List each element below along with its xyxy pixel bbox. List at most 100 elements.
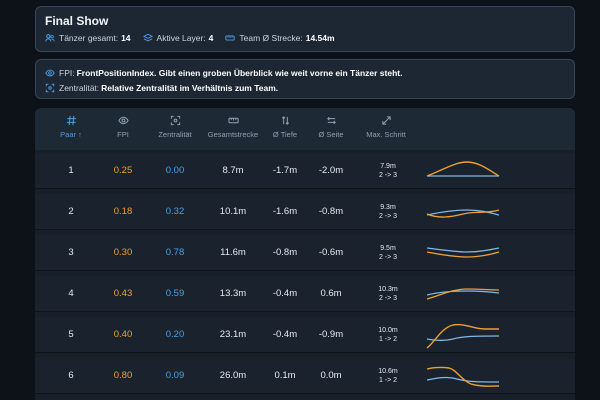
table-row[interactable]: 4 0.43 0.59 13.3m -0.4m 0.6m 10.3m 2 -> … <box>35 276 575 312</box>
cell-seite: 0.0m <box>320 370 342 381</box>
cell-tiefe: -0.4m <box>272 288 298 299</box>
column-label: Gesamtstrecke <box>207 130 259 139</box>
table-row[interactable]: 3 0.30 0.78 11.6m -0.8m -0.6m 9.5m 2 -> … <box>35 235 575 271</box>
cell-seite: 0.6m <box>320 288 342 299</box>
cell-fpi: 0.80 <box>113 370 133 381</box>
column-label: Zentralität <box>158 130 192 139</box>
cell-seite: -0.9m <box>318 329 344 340</box>
column-header-tiefe[interactable]: Ø Tiefe <box>263 115 307 139</box>
stat-layers-value: 4 <box>208 33 214 43</box>
column-header-paar[interactable]: Paar ↑ <box>49 115 93 139</box>
cell-fpi: 0.30 <box>113 247 133 258</box>
vertical-arrows-icon <box>281 116 289 125</box>
movement-sparkline <box>426 366 500 387</box>
cell-paar: 1 <box>68 165 74 176</box>
movement-sparkline <box>426 323 500 349</box>
column-label: Ø Seite <box>318 130 344 139</box>
column-header-zentralitaet[interactable]: Zentralität <box>147 115 203 139</box>
fpi-info: FPI: FrontPositionIndex. Gibt einen grob… <box>45 65 565 80</box>
summary-card: Final Show Tänzer gesamt: 14 Aktive Laye… <box>35 6 575 52</box>
cell-max-schritt: 7.9m 2 -> 3 <box>368 162 408 180</box>
cell-paar: 4 <box>68 288 74 299</box>
cell-zentralitaet: 0.00 <box>165 165 185 176</box>
cell-gesamtstrecke: 26.0m <box>219 370 247 381</box>
cell-gesamtstrecke: 11.6m <box>220 247 246 258</box>
column-label: FPI <box>117 130 129 139</box>
step-range: 2 -> 3 <box>378 172 398 179</box>
cell-zentralitaet: 0.32 <box>165 206 185 217</box>
step-range: 2 -> 3 <box>378 295 398 302</box>
stat-distance-value: 14.54m <box>305 33 335 43</box>
step-distance: 10.0m <box>378 327 398 334</box>
cell-zentralitaet: 0.20 <box>165 329 185 340</box>
stat-layers: Aktive Layer: 4 <box>142 33 214 43</box>
cell-paar: 6 <box>68 370 74 381</box>
column-header-max-schritt[interactable]: Max. Schritt <box>361 115 411 139</box>
stat-dancers-value: 14 <box>121 33 131 43</box>
step-distance: 10.3m <box>378 286 398 293</box>
cell-max-schritt: 10.3m 2 -> 3 <box>368 285 408 303</box>
hash-icon <box>66 115 76 126</box>
legend-card: FPI: FrontPositionIndex. Gibt einen grob… <box>35 59 575 99</box>
cell-gesamtstrecke: 23.1m <box>219 329 247 340</box>
step-range: 2 -> 3 <box>378 254 398 261</box>
table-row[interactable]: 2 0.18 0.32 10.1m -1.6m -0.8m 9.3m 2 -> … <box>35 194 575 230</box>
cell-gesamtstrecke: 13.3m <box>219 288 247 299</box>
layers-icon <box>142 33 153 42</box>
zentral-info-label: Zentralität: <box>59 82 100 93</box>
cell-max-schritt: 10.6m 1 -> 2 <box>368 367 408 385</box>
table-row[interactable]: 5 0.40 0.20 23.1m -0.4m -0.9m 10.0m 1 ->… <box>35 317 575 353</box>
page-title: Final Show <box>45 14 109 28</box>
stat-dancers-label: Tänzer gesamt: <box>59 33 119 43</box>
step-distance: 9.5m <box>380 245 396 252</box>
stat-distance: Team Ø Strecke: 14.54m <box>225 33 335 43</box>
cell-tiefe: -1.7m <box>272 165 298 176</box>
cell-fpi: 0.40 <box>113 329 133 340</box>
stat-distance-label: Team Ø Strecke: <box>239 33 303 43</box>
cell-tiefe: -1.6m <box>272 206 298 217</box>
cell-fpi: 0.25 <box>113 165 133 176</box>
eye-icon <box>45 69 55 76</box>
column-header-seite[interactable]: Ø Seite <box>309 115 353 139</box>
movement-sparkline <box>426 247 500 258</box>
cell-zentralitaet: 0.59 <box>165 288 185 299</box>
stats-bar: Tänzer gesamt: 14 Aktive Layer: 4 Team Ø… <box>45 33 565 43</box>
fpi-info-text: FrontPositionIndex. Gibt einen groben Üb… <box>76 67 403 78</box>
cell-seite: -2.0m <box>318 165 344 176</box>
cell-max-schritt: 9.3m 2 -> 3 <box>368 203 408 221</box>
table-header: Paar ↑ FPI Zentralität Gesamtstrecke Ø T… <box>35 108 575 150</box>
column-header-fpi[interactable]: FPI <box>103 115 143 139</box>
cell-max-schritt: 10.0m 1 -> 2 <box>368 326 408 344</box>
movement-sparkline <box>426 209 500 218</box>
movement-sparkline <box>426 288 500 300</box>
ruler-icon <box>225 35 236 41</box>
step-range: 2 -> 3 <box>378 213 398 220</box>
zentral-info-text: Relative Zentralität im Verhältnis zum T… <box>101 82 279 93</box>
stat-layers-label: Aktive Layer: <box>156 33 206 43</box>
fpi-info-label: FPI: <box>59 67 75 78</box>
column-label: Max. Schritt <box>366 130 406 139</box>
cell-paar: 3 <box>68 247 74 258</box>
users-icon <box>45 34 55 42</box>
stat-dancers: Tänzer gesamt: 14 <box>45 33 131 43</box>
cell-paar: 5 <box>68 329 74 340</box>
column-header-gesamtstrecke[interactable]: Gesamtstrecke <box>201 115 265 139</box>
eye-icon <box>117 116 129 125</box>
step-distance: 7.9m <box>380 163 396 170</box>
cell-tiefe: -0.8m <box>272 247 298 258</box>
cell-zentralitaet: 0.78 <box>165 247 185 258</box>
cell-paar: 2 <box>68 206 74 217</box>
column-label: Ø Tiefe <box>272 130 298 139</box>
cell-gesamtstrecke: 10.1m <box>219 206 247 217</box>
movement-sparkline <box>426 161 500 177</box>
step-distance: 10.6m <box>378 368 398 375</box>
step-range: 1 -> 2 <box>378 377 398 384</box>
focus-icon <box>170 115 180 126</box>
cell-tiefe: 0.1m <box>274 370 296 381</box>
table-row[interactable]: 6 0.80 0.09 26.0m 0.1m 0.0m 10.6m 1 -> 2 <box>35 358 575 394</box>
column-label: Paar ↑ <box>60 130 82 139</box>
cell-seite: -0.8m <box>318 206 344 217</box>
focus-icon <box>45 83 55 92</box>
table-row[interactable]: 1 0.25 0.00 8.7m -1.7m -2.0m 7.9m 2 -> 3 <box>35 153 575 189</box>
cell-fpi: 0.43 <box>113 288 133 299</box>
